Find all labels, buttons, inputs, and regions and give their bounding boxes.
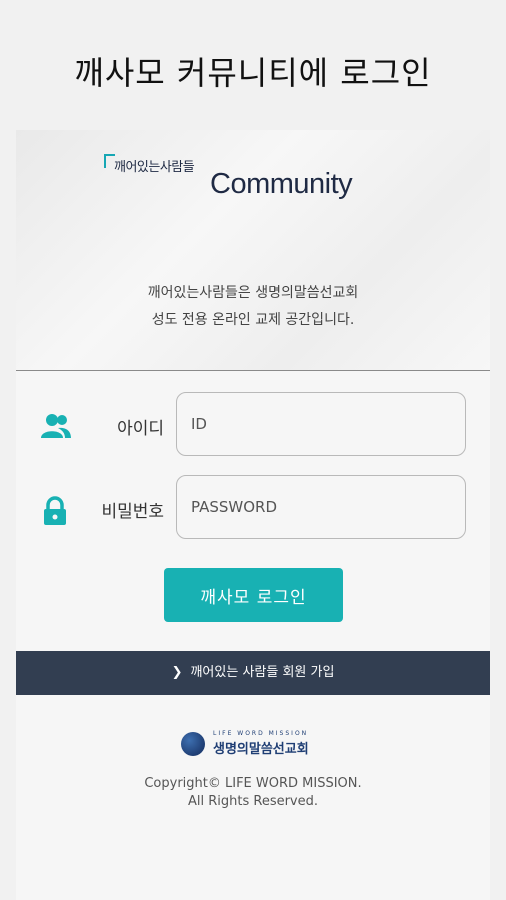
mission-korean-name: 생명의말씀선교회 xyxy=(213,742,309,757)
password-label: 비밀번호 xyxy=(101,502,164,522)
intro-text: 깨어있는사람들은 생명의말씀선교회 성도 전용 온라인 교제 공간입니다. xyxy=(16,280,490,334)
copyright-line-1: Copyright© LIFE WORD MISSION. xyxy=(144,776,362,791)
signup-link[interactable]: ❯ 깨어있는 사람들 회원 가입 xyxy=(16,651,490,695)
community-logo: 깨어있는사람들 Community xyxy=(104,154,374,204)
copyright: Copyright© LIFE WORD MISSION. All Rights… xyxy=(16,775,490,811)
password-row: 비밀번호 xyxy=(16,475,490,541)
mission-english-name: LIFE WORD MISSION xyxy=(213,730,309,737)
mission-logo: LIFE WORD MISSION 생명의말씀선교회 xyxy=(181,730,331,760)
chevron-right-icon: ❯ xyxy=(171,665,183,680)
id-row: 아이디 xyxy=(16,392,490,458)
globe-icon xyxy=(181,732,205,756)
intro-line-1: 깨어있는사람들은 생명의말씀선교회 xyxy=(147,285,359,301)
logo-big-text: Community xyxy=(210,168,353,200)
logo-small-text: 깨어있는사람들 xyxy=(114,160,195,175)
lock-icon xyxy=(40,495,70,525)
id-label: 아이디 xyxy=(117,419,164,439)
copyright-line-2: All Rights Reserved. xyxy=(187,794,319,809)
page-title: 깨사모 커뮤니티에 로그인 xyxy=(74,54,432,92)
intro-line-2: 성도 전용 온라인 교제 공간입니다. xyxy=(151,312,355,328)
login-card: 깨어있는사람들 Community 깨어있는사람들은 생명의말씀선교회 성도 전… xyxy=(16,130,490,900)
divider xyxy=(16,370,490,371)
signup-label: 깨어있는 사람들 회원 가입 xyxy=(190,665,335,680)
password-input[interactable] xyxy=(176,475,466,539)
login-button[interactable]: 깨사모 로그인 xyxy=(164,568,343,622)
users-icon xyxy=(40,412,71,442)
id-input[interactable] xyxy=(176,392,466,456)
